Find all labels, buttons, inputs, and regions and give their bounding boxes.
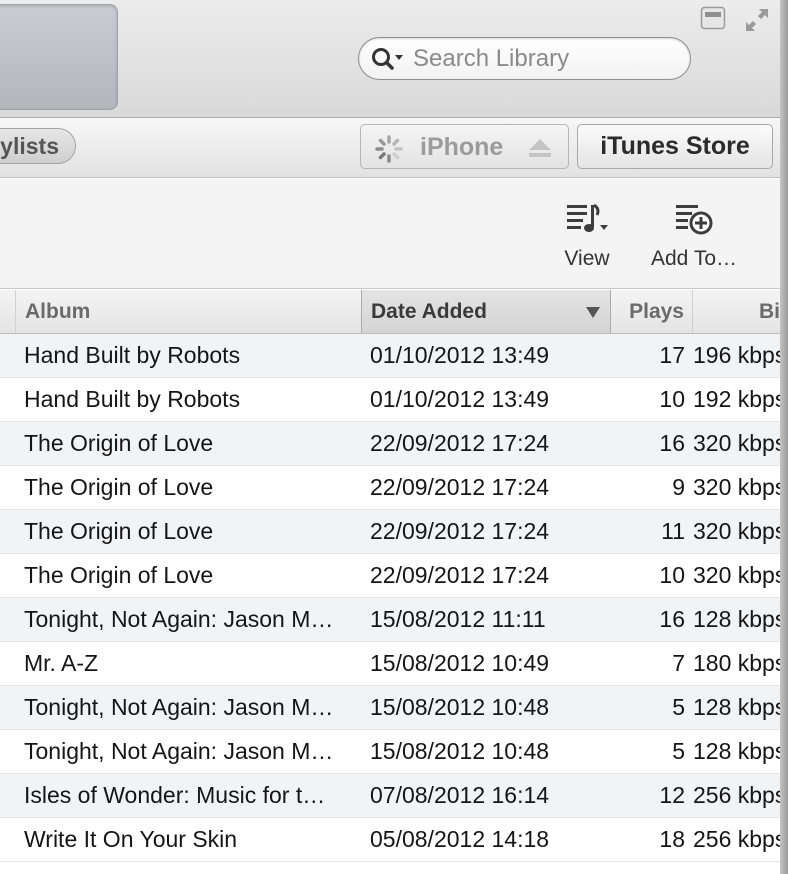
album-cell: The Origin of Love	[24, 562, 214, 588]
now-playing-display[interactable]	[0, 4, 118, 110]
plays-cell: 10	[659, 386, 685, 412]
plays-cell: 11	[661, 518, 685, 544]
search-input[interactable]	[413, 45, 683, 73]
album-cell: Write It On Your Skin	[24, 826, 238, 852]
date-added-cell: 05/08/2012 14:18	[370, 826, 550, 852]
table-row[interactable]: Tonight, Not Again: Jason M… 15/08/2012 …	[0, 598, 788, 642]
device-name: iPhone	[420, 133, 504, 161]
fullscreen-icon	[746, 9, 768, 31]
table-row[interactable]: Tonight, Not Again: Jason M… 15/08/2012 …	[0, 730, 788, 774]
album-cell: Hand Built by Robots	[24, 386, 241, 412]
bitrate-cell: 128 kbps	[693, 606, 787, 632]
date-added-cell: 15/08/2012 10:48	[370, 694, 550, 720]
table-row[interactable]: Write It On Your Skin 05/08/2012 14:18 1…	[0, 818, 788, 862]
bitrate-cell: 320 kbps	[693, 430, 787, 456]
album-cell: The Origin of Love	[24, 474, 214, 500]
album-cell: Tonight, Not Again: Jason M…	[24, 738, 334, 764]
album-cell: Isles of Wonder: Music for t…	[24, 782, 326, 808]
date-added-cell: 15/08/2012 10:48	[370, 738, 550, 764]
plays-cell: 16	[659, 430, 685, 456]
table-row[interactable]: The Origin of Love 22/09/2012 17:24 16 3…	[0, 422, 788, 466]
table-row[interactable]: The Origin of Love 22/09/2012 17:24 10 3…	[0, 554, 788, 598]
sync-spinner-icon	[375, 135, 403, 163]
table-row[interactable]: The Origin of Love 22/09/2012 17:24 9 32…	[0, 466, 788, 510]
add-to-label: Add To…	[651, 247, 737, 270]
bitrate-cell: 192 kbps	[693, 386, 787, 412]
column-header-date-added-label: Date Added	[371, 300, 487, 323]
view-label: View	[564, 247, 610, 270]
plays-cell: 7	[672, 650, 685, 676]
search-icon	[372, 48, 403, 70]
eject-icon[interactable]	[527, 137, 553, 159]
plays-cell: 16	[659, 606, 685, 632]
column-header-plays[interactable]: Plays	[611, 290, 693, 333]
album-cell: The Origin of Love	[24, 430, 214, 456]
bitrate-cell: 256 kbps	[693, 826, 787, 852]
table-row[interactable]: The Origin of Love 22/09/2012 17:24 11 3…	[0, 510, 788, 554]
add-to-icon	[676, 205, 713, 235]
date-added-cell: 15/08/2012 10:49	[370, 650, 550, 676]
column-header-album[interactable]: Album	[15, 290, 361, 333]
add-to-button[interactable]: Add To…	[640, 203, 748, 279]
plays-cell: 5	[672, 694, 685, 720]
fullscreen-button[interactable]	[743, 6, 769, 31]
album-cell: The Origin of Love	[24, 518, 214, 544]
date-added-cell: 22/09/2012 17:24	[370, 474, 550, 500]
date-added-cell: 01/10/2012 13:49	[370, 342, 550, 368]
date-added-cell: 22/09/2012 17:24	[370, 430, 550, 456]
table-row[interactable]: Hand Built by Robots 01/10/2012 13:49 10…	[0, 378, 788, 422]
column-header-date-added[interactable]: Date Added	[361, 290, 611, 333]
date-added-cell: 07/08/2012 16:14	[370, 782, 550, 808]
bitrate-cell: 320 kbps	[693, 474, 787, 500]
table-row[interactable]: Mr. A-Z 15/08/2012 10:49 7 180 kbps	[0, 642, 788, 686]
search-field[interactable]	[358, 37, 691, 80]
album-cell: Tonight, Not Again: Jason M…	[24, 694, 334, 720]
miniplayer-icon	[700, 6, 726, 30]
album-cell: Tonight, Not Again: Jason M…	[24, 606, 334, 632]
album-cell: Hand Built by Robots	[24, 342, 241, 368]
view-button[interactable]: View	[554, 203, 620, 279]
table-row[interactable]: Isles of Wonder: Music for t… 07/08/2012…	[0, 774, 788, 818]
songs-table-header: Album Date Added Plays Bi	[0, 290, 788, 334]
plays-cell: 18	[659, 826, 685, 852]
window-edge	[780, 0, 788, 874]
table-row[interactable]: Hand Built by Robots 01/10/2012 13:49 17…	[0, 334, 788, 378]
plays-cell: 10	[659, 562, 685, 588]
plays-cell: 12	[659, 782, 685, 808]
plays-cell: 9	[672, 474, 685, 500]
navigation-bar: ylists iPhone iTunes Store	[0, 118, 788, 178]
bitrate-cell: 256 kbps	[693, 782, 787, 808]
iphone-device-button[interactable]: iPhone	[360, 124, 569, 169]
date-added-cell: 22/09/2012 17:24	[370, 518, 550, 544]
playlists-button[interactable]: ylists	[0, 128, 76, 164]
bitrate-cell: 320 kbps	[693, 518, 787, 544]
bitrate-cell: 320 kbps	[693, 562, 787, 588]
plays-cell: 5	[672, 738, 685, 764]
songs-table-body: Hand Built by Robots 01/10/2012 13:49 17…	[0, 334, 788, 862]
plays-cell: 17	[659, 342, 685, 368]
sort-descending-icon	[586, 307, 600, 318]
album-cell: Mr. A-Z	[24, 650, 99, 676]
view-options-icon	[567, 203, 608, 232]
table-row[interactable]: Tonight, Not Again: Jason M… 15/08/2012 …	[0, 686, 788, 730]
date-added-cell: 22/09/2012 17:24	[370, 562, 550, 588]
date-added-cell: 01/10/2012 13:49	[370, 386, 550, 412]
bitrate-cell: 196 kbps	[693, 342, 787, 368]
itunes-store-button[interactable]: iTunes Store	[577, 124, 773, 169]
miniplayer-button[interactable]	[700, 6, 726, 30]
date-added-cell: 15/08/2012 11:11	[370, 606, 546, 632]
toolbar: View Add To…	[0, 179, 788, 289]
bitrate-cell: 128 kbps	[693, 738, 787, 764]
title-bar	[0, 0, 788, 118]
column-header-bitrate[interactable]: Bi	[693, 290, 788, 333]
bitrate-cell: 128 kbps	[693, 694, 787, 720]
bitrate-cell: 180 kbps	[693, 650, 787, 676]
